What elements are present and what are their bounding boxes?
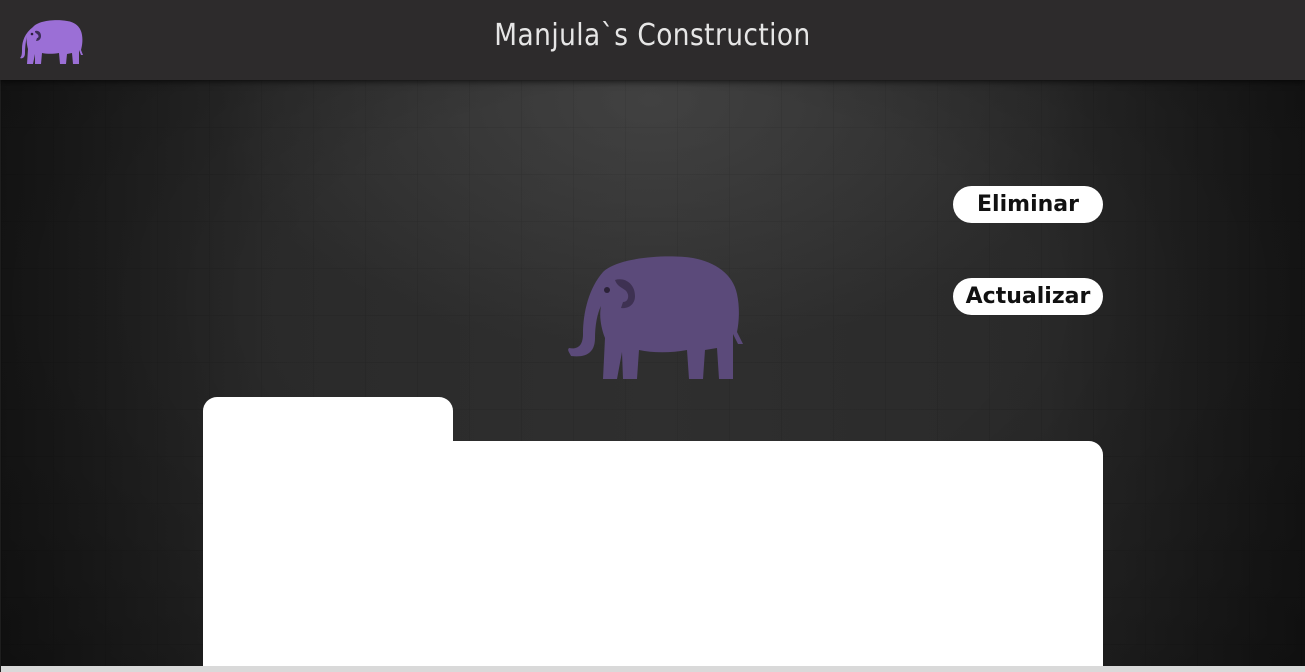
page-title: Manjula`s Construction — [494, 18, 811, 53]
app-header: Manjula`s Construction — [0, 0, 1305, 80]
content-panel — [203, 441, 1103, 672]
elephant-icon[interactable] — [19, 17, 85, 65]
main-stage: Eliminar Actualizar — [1, 80, 1305, 672]
elephant-icon — [563, 252, 745, 382]
update-button[interactable]: Actualizar — [953, 278, 1103, 315]
delete-button[interactable]: Eliminar — [953, 186, 1103, 223]
footer-divider — [1, 666, 1305, 672]
